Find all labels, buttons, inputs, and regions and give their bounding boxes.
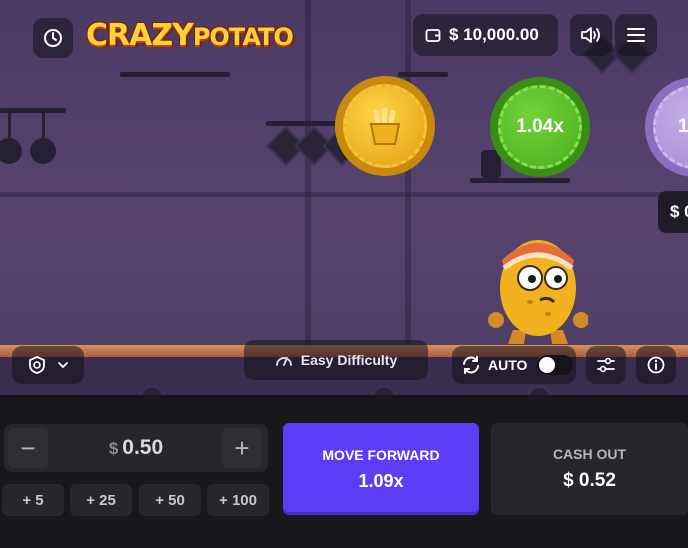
balance-value: $ 10,000.00 xyxy=(449,25,539,44)
rack xyxy=(266,121,346,126)
start-chip xyxy=(335,76,435,176)
chevron-down-icon xyxy=(58,362,68,369)
settings-button[interactable] xyxy=(586,346,626,384)
switch-knob xyxy=(539,357,556,373)
quick-bet-5[interactable]: + 5 xyxy=(2,484,64,516)
wall-panel-divider xyxy=(305,0,311,395)
move-forward-multiplier: 1.09x xyxy=(358,470,404,491)
pan xyxy=(0,138,22,164)
sound-button[interactable] xyxy=(570,14,612,56)
gauge-icon xyxy=(275,357,292,366)
increase-bet-button[interactable]: + xyxy=(222,428,262,468)
auto-play-icon xyxy=(463,356,479,374)
difficulty-label: Easy Difficulty xyxy=(300,352,398,368)
auto-controls: AUTO xyxy=(452,346,688,384)
potato-character xyxy=(488,240,588,344)
bet-amount-field[interactable]: $0.50 xyxy=(64,436,208,460)
pan-handle xyxy=(42,112,45,140)
fries-icon xyxy=(343,84,427,168)
bet-amount-box: − $0.50 + xyxy=(4,424,268,472)
difficulty-selector[interactable]: Easy Difficulty xyxy=(244,340,428,380)
multiplier-chip-label: 1.04x xyxy=(498,85,582,169)
cash-out-value: $ 0.52 xyxy=(563,470,616,491)
auto-label: AUTO xyxy=(488,357,528,373)
move-forward-label: MOVE FORWARD xyxy=(322,446,440,463)
chip-value-badge: $ 0 xyxy=(658,191,688,233)
quick-bet-50[interactable]: + 50 xyxy=(139,484,201,516)
quick-bet-100[interactable]: + 100 xyxy=(207,484,269,516)
cash-out-button[interactable]: CASH OUT $ 0.52 xyxy=(491,423,688,515)
shield-icon xyxy=(29,356,45,374)
wallet-icon xyxy=(425,29,441,42)
auto-switch[interactable] xyxy=(537,355,574,375)
hamburger-icon xyxy=(627,28,645,42)
move-forward-button[interactable]: MOVE FORWARD 1.09x xyxy=(283,423,479,515)
logo-word-1: CRAZY xyxy=(86,18,194,53)
game-logo: CRAZYPOTATO xyxy=(86,18,294,53)
wall-panel-divider xyxy=(0,192,688,197)
balance-display: $ 10,000.00 xyxy=(413,14,558,56)
cash-out-label: CASH OUT xyxy=(552,446,627,462)
shelf xyxy=(470,178,570,183)
decrease-bet-button[interactable]: − xyxy=(8,428,48,468)
multiplier-chip: 1.04x xyxy=(490,77,590,177)
clock-icon xyxy=(44,29,62,47)
game-scene: 1.04x 1.0 $ 0 xyxy=(0,0,688,395)
bet-currency: $ xyxy=(108,439,119,458)
history-button[interactable] xyxy=(33,18,73,58)
multiplier-chip-label: 1.0 xyxy=(653,85,688,169)
info-button[interactable] xyxy=(636,346,676,384)
shelf xyxy=(120,72,230,77)
sliders-icon xyxy=(597,357,615,373)
bet-amount-value: 0.50 xyxy=(122,436,164,459)
menu-button[interactable] xyxy=(615,14,657,56)
pan xyxy=(30,138,56,164)
speaker-icon xyxy=(581,27,600,43)
info-icon xyxy=(647,356,665,374)
logo-word-2: POTATO xyxy=(192,23,294,51)
wall-panel-divider xyxy=(405,0,411,395)
quick-bet-25[interactable]: + 25 xyxy=(70,484,132,516)
shelf xyxy=(398,72,448,77)
provably-fair-dropdown[interactable] xyxy=(12,346,84,384)
multiplier-chip: 1.0 xyxy=(645,77,688,177)
auto-toggle[interactable]: AUTO xyxy=(452,346,576,384)
